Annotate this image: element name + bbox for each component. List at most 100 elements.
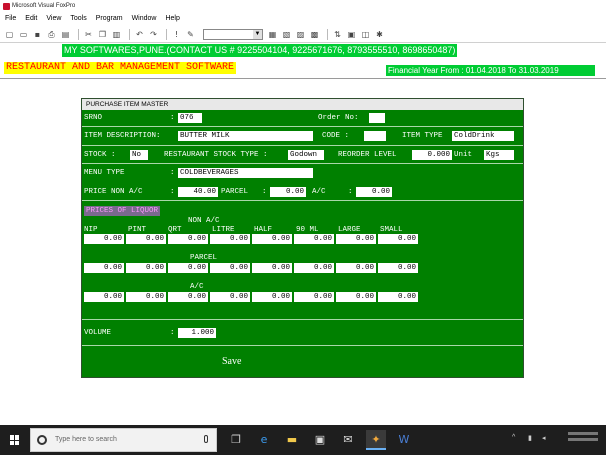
unit-field[interactable]: Kgs <box>484 150 514 160</box>
toolbar-separator <box>78 29 79 40</box>
clock[interactable] <box>568 432 598 441</box>
restaurant-stock-type-label: RESTAURANT STOCK TYPE : <box>164 151 268 159</box>
divider <box>0 78 606 79</box>
print-icon[interactable]: ⎙ <box>46 29 57 40</box>
chevron-down-icon[interactable]: ▼ <box>253 30 262 39</box>
menu-window[interactable]: Window <box>132 13 157 25</box>
ac-litre-field[interactable]: 0.00 <box>210 292 250 302</box>
undo-icon[interactable]: ↶ <box>134 29 145 40</box>
price-non-ac-field[interactable]: 40.00 <box>178 187 218 197</box>
srno-field[interactable]: 076 <box>178 113 202 123</box>
menu-type-field[interactable]: COLDBEVERAGES <box>178 168 313 178</box>
parcel-litre-field[interactable]: 0.00 <box>210 263 250 273</box>
ac-90ml-field[interactable]: 0.00 <box>294 292 334 302</box>
non-ac-qrt-field[interactable]: 0.00 <box>168 234 208 244</box>
unit-label: Unit <box>454 151 473 159</box>
save-icon[interactable]: ▪ <box>32 29 43 40</box>
parcel-nip-field[interactable]: 0.00 <box>84 263 124 273</box>
non-ac-litre-field[interactable]: 0.00 <box>210 234 250 244</box>
non-ac-small-field[interactable]: 0.00 <box>378 234 418 244</box>
new-file-icon[interactable]: ▢ <box>4 29 15 40</box>
parcel-90ml-field[interactable]: 0.00 <box>294 263 334 273</box>
order-no-field[interactable] <box>369 113 385 123</box>
data-icon[interactable]: ▨ <box>295 29 306 40</box>
redo-icon[interactable]: ↷ <box>148 29 159 40</box>
wizard-icon[interactable]: ◫ <box>360 29 371 40</box>
ac-qrt-field[interactable]: 0.00 <box>168 292 208 302</box>
form-icon[interactable]: ▦ <box>267 29 278 40</box>
code-label: CODE : <box>322 132 350 140</box>
contact-text: MY SOFTWARES,PUNE.(CONTACT US # 92255041… <box>62 44 458 57</box>
print-preview-icon[interactable]: ▤ <box>60 29 71 40</box>
parcel-small-field[interactable]: 0.00 <box>378 263 418 273</box>
edge-icon[interactable]: e <box>254 430 274 450</box>
copy-icon[interactable]: ❐ <box>97 29 108 40</box>
store-icon[interactable]: ▣ <box>310 430 330 450</box>
ac-field[interactable]: 0.00 <box>356 187 392 197</box>
menu-view[interactable]: View <box>46 13 61 25</box>
ac-half-field[interactable]: 0.00 <box>252 292 292 302</box>
non-ac-large-field[interactable]: 0.00 <box>336 234 376 244</box>
financial-year: Financial Year From : 01.04.2018 To 31.0… <box>386 65 595 76</box>
parcel-colon: : <box>262 188 267 196</box>
volume-colon: : <box>170 329 175 337</box>
reorder-level-label: REORDER LEVEL <box>338 151 397 159</box>
form-divider <box>82 200 523 201</box>
tools-icon[interactable]: ▣ <box>346 29 357 40</box>
volume-field[interactable]: 1.000 <box>178 328 216 338</box>
ac-pint-field[interactable]: 0.00 <box>126 292 166 302</box>
ac-nip-field[interactable]: 0.00 <box>84 292 124 302</box>
item-type-field[interactable]: ColdDrink <box>452 131 514 141</box>
code-field[interactable] <box>364 131 386 141</box>
volume-icon[interactable]: ◂ <box>542 434 546 442</box>
builder-icon[interactable]: ✱ <box>374 29 385 40</box>
parcel-large-field[interactable]: 0.00 <box>336 263 376 273</box>
parcel-pint-field[interactable]: 0.00 <box>126 263 166 273</box>
non-ac-half-field[interactable]: 0.00 <box>252 234 292 244</box>
file-explorer-icon[interactable]: ▬ <box>282 430 302 450</box>
non-ac-pint-field[interactable]: 0.00 <box>126 234 166 244</box>
clock-date-blur <box>568 438 598 441</box>
non-ac-90ml-field[interactable]: 0.00 <box>294 234 334 244</box>
network-icon[interactable]: ▮ <box>528 434 532 442</box>
menu-tools[interactable]: Tools <box>70 13 86 25</box>
mail-icon[interactable]: ✉ <box>338 430 358 450</box>
ac-small-field[interactable]: 0.00 <box>378 292 418 302</box>
stock-field[interactable]: No <box>130 150 148 160</box>
save-button[interactable]: Save <box>222 356 241 367</box>
taskbar-search-box[interactable]: Type here to search <box>30 428 217 452</box>
task-view-icon[interactable]: ❐ <box>226 430 246 450</box>
menu-help[interactable]: Help <box>165 13 179 25</box>
open-folder-icon[interactable]: ▭ <box>18 29 29 40</box>
non-ac-nip-field[interactable]: 0.00 <box>84 234 124 244</box>
paste-icon[interactable]: ▥ <box>111 29 122 40</box>
item-description-field[interactable]: BUTTER MILK <box>178 131 313 141</box>
parcel-field[interactable]: 0.00 <box>270 187 306 197</box>
menu-file[interactable]: File <box>5 13 16 25</box>
search-icon <box>37 435 47 445</box>
restaurant-stock-type-field[interactable]: Godown <box>288 150 324 160</box>
modify-icon[interactable]: ✎ <box>185 29 196 40</box>
parcel-qrt-field[interactable]: 0.00 <box>168 263 208 273</box>
menu-edit[interactable]: Edit <box>25 13 37 25</box>
cut-icon[interactable]: ✂ <box>83 29 94 40</box>
ac-large-field[interactable]: 0.00 <box>336 292 376 302</box>
menu-program[interactable]: Program <box>96 13 123 25</box>
reorder-level-field[interactable]: 0.000 <box>412 150 452 160</box>
menu-type-colon: : <box>170 169 175 177</box>
tray-arrow-icon[interactable]: ^ <box>512 434 515 441</box>
database-icon[interactable]: ⇅ <box>332 29 343 40</box>
command-icon[interactable]: ▩ <box>309 29 320 40</box>
start-button[interactable] <box>0 425 30 455</box>
parcel-half-field[interactable]: 0.00 <box>252 263 292 273</box>
microphone-icon[interactable] <box>204 435 208 443</box>
menu-type-label: MENU TYPE <box>84 169 125 177</box>
word-icon[interactable]: W <box>394 430 414 450</box>
report-icon[interactable]: ▧ <box>281 29 292 40</box>
form-title: PURCHASE ITEM MASTER <box>82 99 523 110</box>
run-icon[interactable]: ! <box>171 29 182 40</box>
foxpro-icon[interactable]: ✦ <box>366 430 386 450</box>
srno-label: SRNO <box>84 114 103 122</box>
toolbar-combo-box[interactable]: ▼ <box>203 29 263 40</box>
menu-bar: File Edit View Tools Program Window Help <box>0 13 606 25</box>
